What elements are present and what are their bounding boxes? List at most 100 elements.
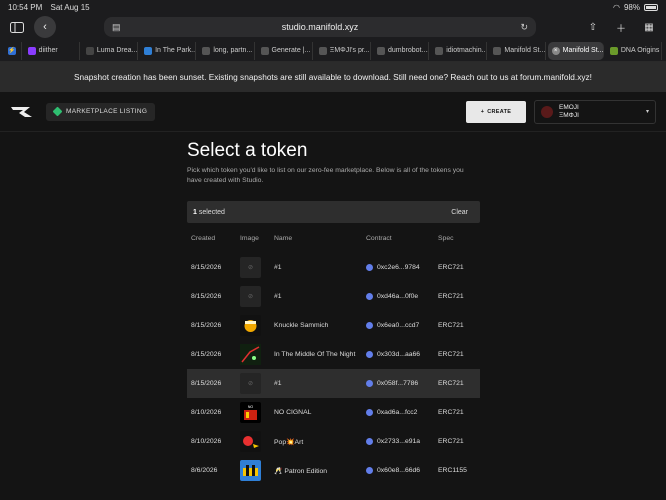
manifold-logo[interactable] — [10, 105, 34, 119]
cell-created: 8/15/2026 — [191, 293, 222, 300]
table-row[interactable]: 8/10/2026 Pop💥Art 0x2733...e91a ERC721 — [187, 427, 480, 456]
cell-created: 8/10/2026 — [191, 438, 222, 445]
status-date: Sat Aug 15 — [50, 2, 90, 12]
create-label: CREATE — [487, 108, 512, 115]
page-subtitle: Pick which token you'd like to list on o… — [187, 167, 464, 184]
share-icon[interactable]: ⇧ — [584, 18, 602, 36]
browser-toolbar: ‹ ▤ studio.manifold.xyz ↻ ⇧ ＋ ▦ — [0, 14, 666, 40]
browser-tab[interactable]: Generate |... — [257, 41, 313, 60]
favicon-icon — [27, 46, 36, 55]
no-image-icon: ⊘ — [240, 286, 261, 307]
selected-count: 1 — [193, 208, 197, 216]
close-icon[interactable]: × — [551, 46, 560, 55]
address-bar[interactable]: ▤ studio.manifold.xyz ↻ — [104, 17, 536, 37]
cell-name: In The Middle Of The Night — [274, 351, 356, 358]
cell-contract: 0x6ea0...ccd7 — [377, 322, 420, 329]
browser-tab[interactable]: DNA Origins — [606, 41, 663, 60]
col-created[interactable]: Created — [187, 235, 240, 242]
sidebar-icon[interactable] — [8, 18, 26, 36]
account-handle: ΞMΦJI — [559, 111, 579, 119]
cell-spec: ERC1155 — [438, 467, 467, 474]
chevron-down-icon: ▾ — [645, 109, 649, 115]
new-tab-icon[interactable]: ＋ — [612, 18, 630, 36]
cell-created: 8/15/2026 — [191, 322, 222, 329]
browser-tab[interactable]: In The Park... — [140, 41, 197, 60]
ethereum-icon — [366, 467, 373, 474]
banner-text: Snapshot creation has been sunset. Exist… — [74, 72, 592, 82]
clear-button[interactable]: Clear — [451, 209, 468, 216]
table-row[interactable]: 8/15/2026 ⊘ #1 0xc2e6...9784 ERC721 — [187, 253, 480, 282]
browser-tab[interactable]: Manifold St... — [489, 41, 546, 60]
cell-created: 8/15/2026 — [191, 264, 222, 271]
tab-label: dumbrobot.... — [387, 47, 430, 54]
tab-strip: ⚡ diither Luma Drea... In The Park... long,… — [0, 40, 666, 62]
browser-tab[interactable]: ΞMΦJI's pr... — [315, 41, 371, 60]
cell-name: Knuckle Sammich — [274, 322, 329, 329]
col-contract[interactable]: Contract — [366, 235, 438, 242]
browser-tab[interactable]: idiotmachin... — [431, 41, 488, 60]
cell-spec: ERC721 — [438, 351, 464, 358]
tab-label: Manifold St... — [504, 47, 546, 54]
ethereum-icon — [366, 380, 373, 387]
favicon-icon — [493, 46, 502, 55]
ethereum-icon — [366, 293, 373, 300]
favicon-icon — [609, 46, 618, 55]
tab-label: Luma Drea... — [96, 47, 138, 54]
browser-tab[interactable]: Luma Drea... — [82, 41, 139, 60]
table-row[interactable]: 8/15/2026 ⊘ #1 0xd46a...0f0e ERC721 — [187, 282, 480, 311]
col-name[interactable]: Name — [274, 235, 366, 242]
favicon-icon — [202, 46, 211, 55]
browser-tab[interactable]: diither — [24, 41, 80, 60]
cell-name: #1 — [274, 264, 282, 271]
browser-tab[interactable]: × Manifold St... — [547, 41, 604, 60]
cell-created: 8/10/2026 — [191, 409, 222, 416]
cell-contract: 0x2733...e91a — [377, 438, 421, 445]
back-button[interactable]: ‹ — [34, 16, 56, 38]
token-image-knuckle — [240, 315, 261, 336]
svg-text:NO: NO — [248, 405, 254, 409]
table-row[interactable]: 8/15/2026 Knuckle Sammich 0x6ea0...ccd7 ERC… — [187, 311, 480, 340]
reload-icon[interactable]: ↻ — [520, 22, 528, 33]
tab-lightning[interactable]: ⚡ — [4, 41, 22, 60]
tab-label: DNA Origins — [620, 47, 660, 54]
selection-bar: 1 selected Clear — [187, 201, 480, 223]
bolt-icon: ⚡ — [8, 46, 16, 55]
avatar — [541, 105, 553, 118]
ethereum-icon — [366, 438, 373, 445]
tab-overview-icon[interactable]: ▦ — [640, 18, 658, 36]
table-row[interactable]: 8/15/2026 ⊘ #1 0x058f...7786 ERC721 — [187, 369, 480, 398]
cell-created: 8/15/2026 — [191, 380, 222, 387]
notice-banner: Snapshot creation has been sunset. Exist… — [0, 62, 666, 92]
tab-label: Manifold St... — [562, 47, 604, 54]
status-time: 10:54 PM — [8, 2, 43, 12]
favicon-icon — [144, 46, 153, 55]
cell-spec: ERC721 — [438, 264, 464, 271]
col-image: Image — [240, 234, 259, 242]
battery-percent: 98% — [623, 2, 640, 12]
wifi-icon: ◠ — [613, 2, 620, 12]
table-row[interactable]: 8/6/2026 🥂 Patron Edition 0x60e8...66d6 ERC… — [187, 456, 480, 485]
ethereum-icon — [366, 409, 373, 416]
tag-icon — [52, 106, 63, 117]
account-selector[interactable]: EMOJI ΞMΦJI ▾ — [534, 99, 656, 124]
table-row[interactable]: 8/15/2026 In The Middle Of The Night 0x303… — [187, 340, 480, 369]
tab-label: ΞMΦJI's pr... — [329, 47, 370, 54]
cell-spec: ERC721 — [438, 380, 464, 387]
favicon-icon — [435, 46, 444, 55]
cell-name: Pop💥Art — [274, 438, 304, 446]
cell-contract: 0xad6a...fcc2 — [377, 409, 418, 416]
account-name: EMOJI — [559, 103, 579, 111]
ethereum-icon — [366, 351, 373, 358]
create-button[interactable]: + CREATE — [466, 100, 526, 123]
status-bar: 10:54 PM Sat Aug 15 ◠ 98% — [0, 0, 666, 14]
page-settings-icon[interactable]: ▤ — [112, 22, 121, 33]
table-row[interactable]: 8/10/2026 NO NO CIGNAL 0xad6a...fcc2 ERC721 — [187, 398, 480, 427]
cell-name: #1 — [274, 380, 282, 387]
cell-name: #1 — [274, 293, 282, 300]
tab-label: In The Park... — [155, 47, 197, 54]
token-selection: Select a token Pick which token you'd li… — [187, 140, 480, 485]
browser-tab[interactable]: long, partn... — [198, 41, 255, 60]
cell-spec: ERC721 — [438, 293, 464, 300]
browser-tab[interactable]: dumbrobot.... — [373, 41, 430, 60]
col-spec[interactable]: Spec — [438, 235, 478, 242]
